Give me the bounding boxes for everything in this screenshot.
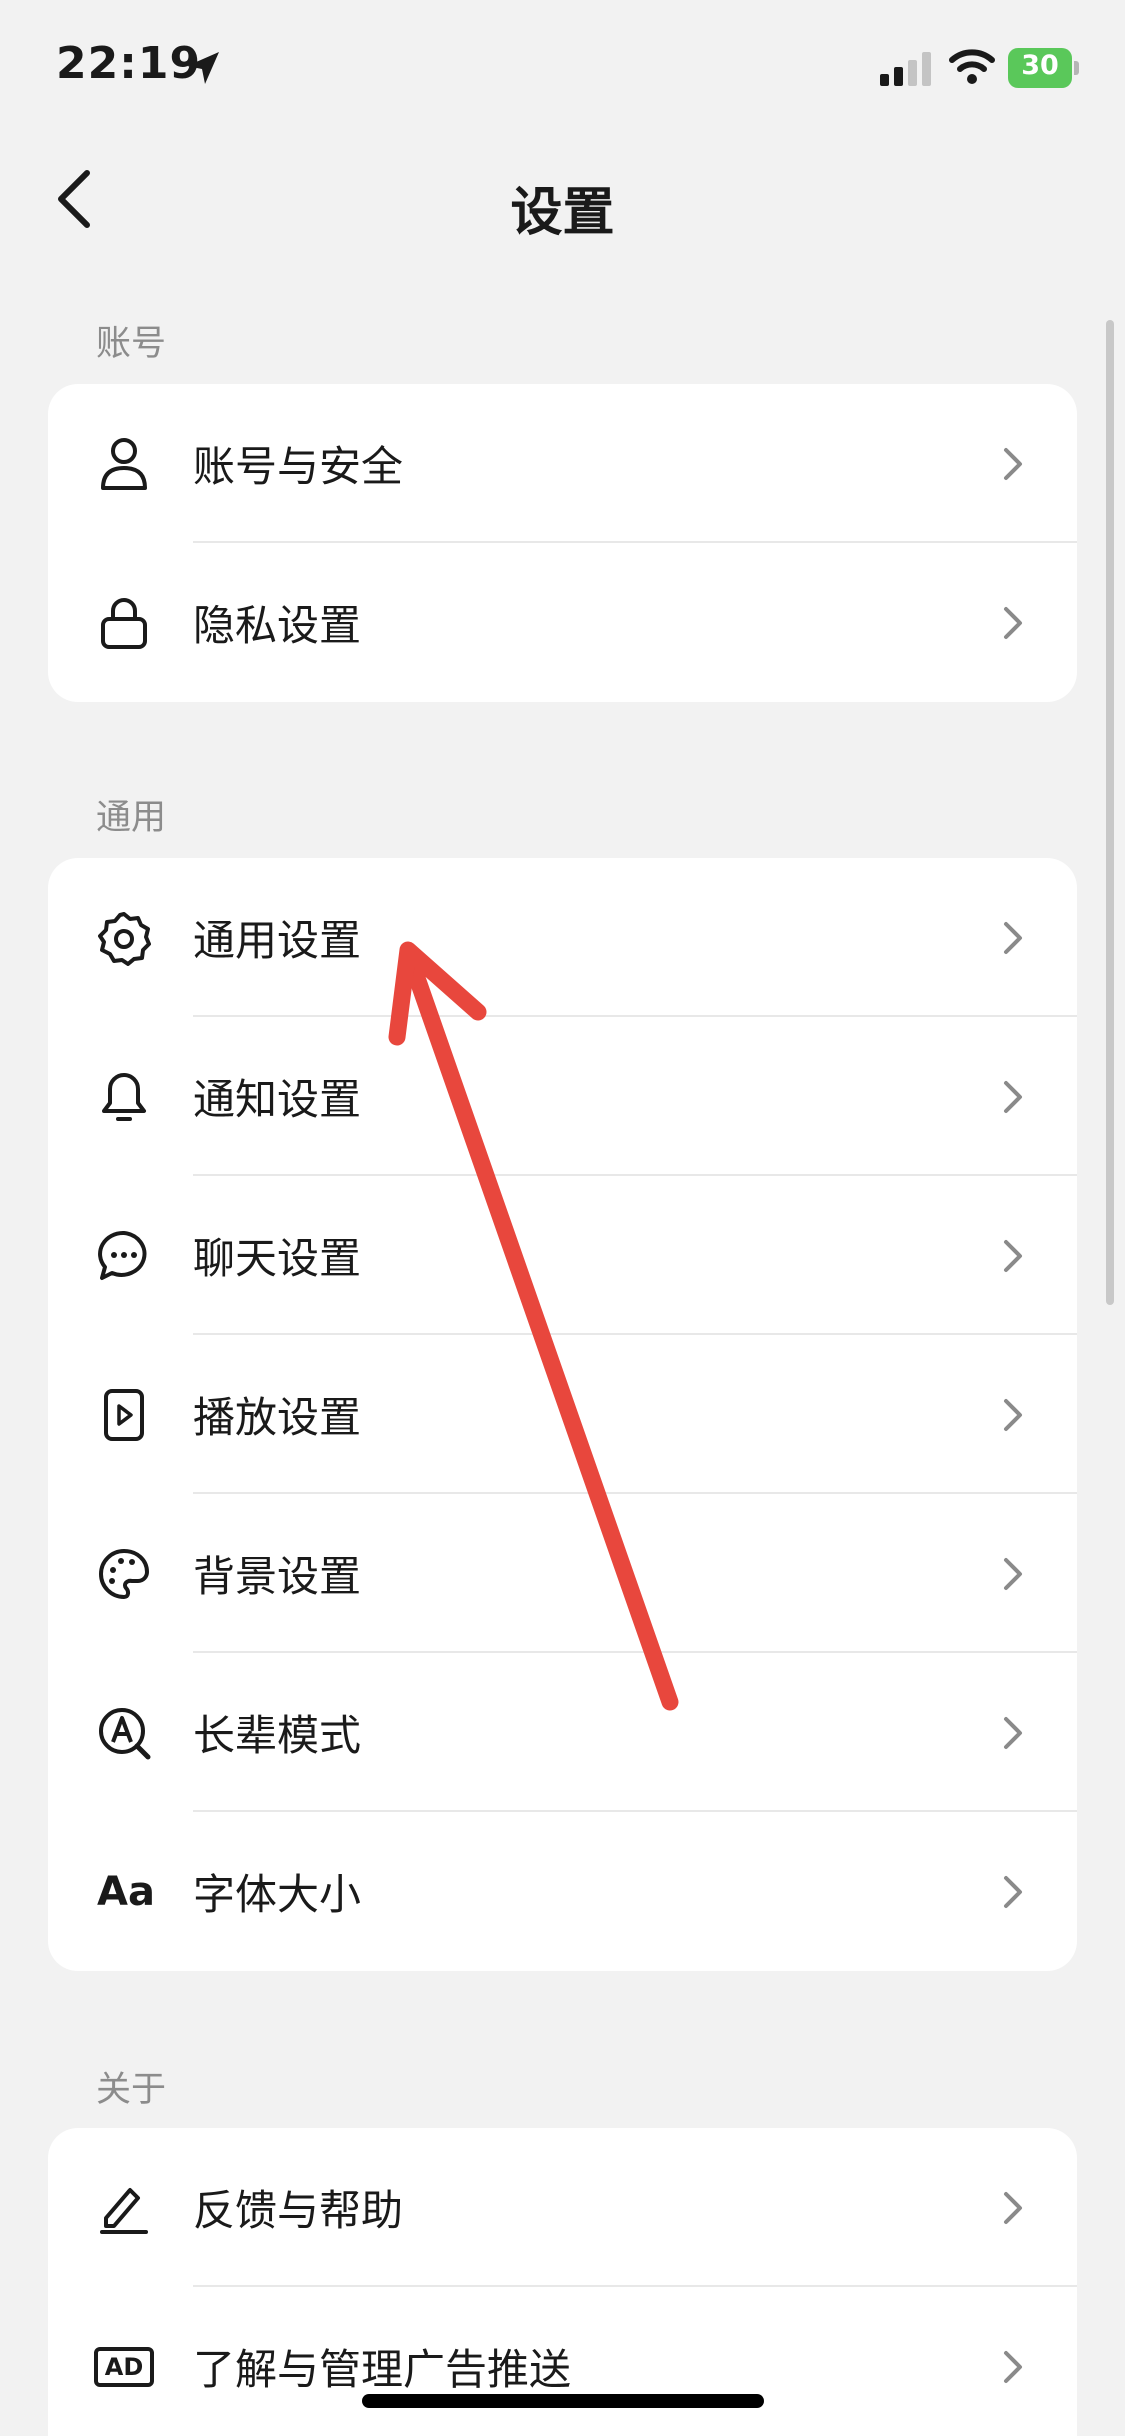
wifi-icon — [949, 49, 995, 84]
general-card: 通用设置 通知设置 聊天设置 播放设置 背景设置 长辈模式 Aa 字体大小 — [48, 858, 1077, 1971]
nav-bar: 设置 — [0, 140, 1125, 260]
cellular-signal-icon — [880, 52, 931, 86]
edit-pencil-icon — [96, 2180, 152, 2236]
account-card: 账号与安全 隐私设置 — [48, 384, 1077, 702]
lock-icon — [96, 595, 152, 651]
row-label: 反馈与帮助 — [193, 2186, 404, 2235]
play-icon — [96, 1387, 152, 1443]
home-indicator[interactable] — [362, 2394, 764, 2408]
settings-row-background[interactable]: 背景设置 — [48, 1494, 1077, 1653]
chevron-right-icon — [1004, 2191, 1022, 2224]
chevron-right-icon — [1004, 1080, 1022, 1113]
settings-row-chat[interactable]: 聊天设置 — [48, 1176, 1077, 1335]
row-label: 了解与管理广告推送 — [193, 2345, 572, 2394]
chevron-right-icon — [1004, 1716, 1022, 1749]
row-label: 字体大小 — [193, 1870, 362, 1919]
bell-icon — [96, 1069, 152, 1125]
settings-row-notifications[interactable]: 通知设置 — [48, 1017, 1077, 1176]
settings-row-privacy[interactable]: 隐私设置 — [48, 543, 1077, 702]
settings-row-playback[interactable]: 播放设置 — [48, 1335, 1077, 1494]
row-label: 长辈模式 — [193, 1711, 362, 1760]
status-time: 22:19 — [56, 38, 202, 89]
gear-icon — [96, 910, 152, 966]
chevron-right-icon — [1004, 921, 1022, 954]
chevron-right-icon — [1004, 606, 1022, 639]
page-title: 设置 — [510, 183, 615, 243]
ad-icon-text: AD — [104, 2352, 144, 2381]
font-size-icon: Aa — [97, 1868, 155, 1915]
section-label-general: 通用 — [96, 798, 167, 838]
location-arrow-icon — [187, 52, 219, 84]
row-label: 播放设置 — [193, 1393, 362, 1442]
chevron-right-icon — [1004, 1239, 1022, 1272]
chat-bubble-icon — [96, 1228, 152, 1284]
row-label: 聊天设置 — [193, 1234, 362, 1283]
row-label: 账号与安全 — [193, 442, 404, 491]
battery-indicator: 30 — [1008, 48, 1079, 88]
status-bar: 22:19 30 — [0, 0, 1125, 140]
battery-level: 30 — [1021, 50, 1059, 81]
chevron-right-icon — [1004, 1398, 1022, 1431]
settings-row-elder-mode[interactable]: 长辈模式 — [48, 1653, 1077, 1812]
ad-icon: AD — [94, 2346, 154, 2387]
row-label: 背景设置 — [193, 1552, 362, 1601]
settings-row-general[interactable]: 通用设置 — [48, 858, 1077, 1017]
row-label: 通知设置 — [193, 1075, 362, 1124]
settings-row-font-size[interactable]: Aa 字体大小 — [48, 1812, 1077, 1971]
chevron-right-icon — [1004, 447, 1022, 480]
row-label: 通用设置 — [193, 916, 362, 965]
settings-row-ad-management[interactable]: AD 了解与管理广告推送 — [48, 2287, 1077, 2436]
section-label-about: 关于 — [96, 2070, 167, 2110]
section-label-account: 账号 — [96, 324, 167, 364]
palette-icon — [96, 1546, 152, 1602]
chevron-right-icon — [1004, 2350, 1022, 2383]
settings-screen: 22:19 30 设置 账号 账号与安全 隐私设置 通用 通用设置 通知设置 聊… — [0, 0, 1125, 2436]
settings-row-account-security[interactable]: 账号与安全 — [48, 384, 1077, 543]
scrollbar[interactable] — [1106, 320, 1114, 1305]
chevron-right-icon — [1004, 1875, 1022, 1908]
settings-row-feedback[interactable]: 反馈与帮助 — [48, 2128, 1077, 2287]
about-card: 反馈与帮助 AD 了解与管理广告推送 — [48, 2128, 1077, 2436]
person-icon — [96, 436, 152, 492]
elder-mode-icon — [96, 1705, 152, 1761]
row-label: 隐私设置 — [193, 601, 362, 650]
chevron-right-icon — [1004, 1557, 1022, 1590]
